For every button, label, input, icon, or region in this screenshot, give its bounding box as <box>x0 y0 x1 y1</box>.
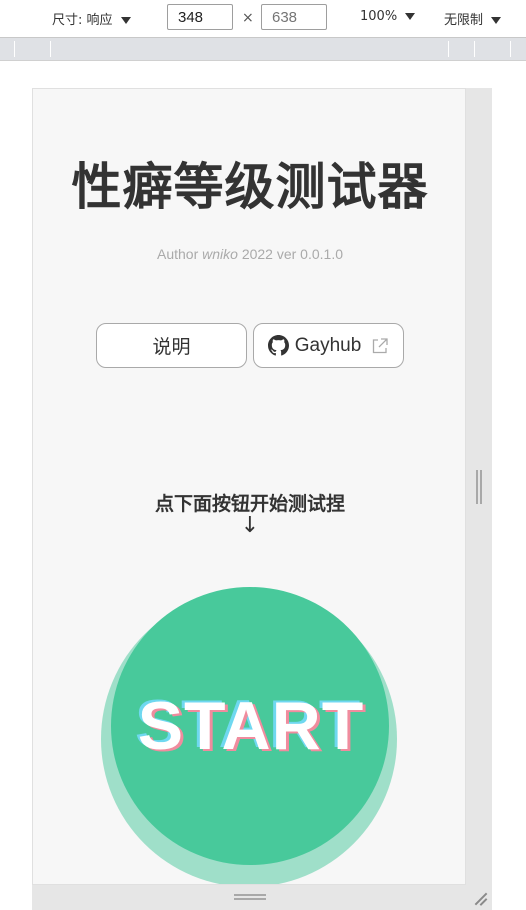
version-text: 2022 ver 0.0.1.0 <box>241 246 343 262</box>
page-title: 性癖等级测试器 <box>71 158 429 216</box>
start-button-label[interactable]: START <box>101 687 401 765</box>
github-link-button[interactable]: Gayhub <box>253 323 404 368</box>
start-hint: 点下面按钮开始测试捏 <box>154 493 345 515</box>
width-input[interactable] <box>167 4 233 30</box>
ruler-divider <box>448 41 449 57</box>
github-button-label: Gayhub <box>294 334 362 356</box>
resize-grip <box>480 470 482 504</box>
dimensions-label: 尺寸: 响应 <box>52 13 113 28</box>
ruler-divider <box>510 41 511 57</box>
ruler-divider <box>474 41 475 57</box>
help-button-label: 说明 <box>152 336 191 358</box>
down-arrow-icon: ↓ <box>240 513 260 538</box>
caret-down-icon <box>491 17 502 24</box>
height-input[interactable] <box>261 4 327 30</box>
author-line: Author wniko 2022 ver 0.0.1.0 <box>33 246 465 262</box>
zoom-dropdown[interactable]: 100% <box>360 9 416 24</box>
device-toolbar: 尺寸: 响应 × 100% 无限制 <box>0 0 526 37</box>
dimensions-dropdown[interactable]: 尺寸: 响应 <box>52 9 131 28</box>
resize-handle-icon[interactable] <box>472 892 488 906</box>
author-prefix: Author <box>156 246 199 262</box>
author-name: wniko <box>202 246 238 262</box>
ruler-divider <box>50 41 51 57</box>
zoom-label: 100% <box>360 9 398 24</box>
github-icon <box>267 335 289 356</box>
emulated-viewport: 性癖等级测试器 Author wniko 2022 ver 0.0.1.0 说明… <box>32 88 466 885</box>
ruler-divider <box>14 41 15 57</box>
caret-down-icon <box>405 13 416 20</box>
throttle-dropdown[interactable]: 无限制 <box>444 9 502 28</box>
resize-handle-right[interactable] <box>476 470 482 504</box>
start-area: START <box>101 585 401 884</box>
resize-grip <box>234 894 266 896</box>
help-button[interactable]: 说明 <box>96 323 247 368</box>
caret-down-icon <box>120 17 131 24</box>
external-link-icon <box>373 337 388 353</box>
resize-grip <box>234 898 266 900</box>
media-query-ruler[interactable] <box>0 37 526 61</box>
resize-grip <box>476 470 478 504</box>
resize-handle-bottom[interactable] <box>234 894 266 900</box>
throttle-label: 无限制 <box>444 13 484 28</box>
dimension-separator: × <box>242 10 254 26</box>
